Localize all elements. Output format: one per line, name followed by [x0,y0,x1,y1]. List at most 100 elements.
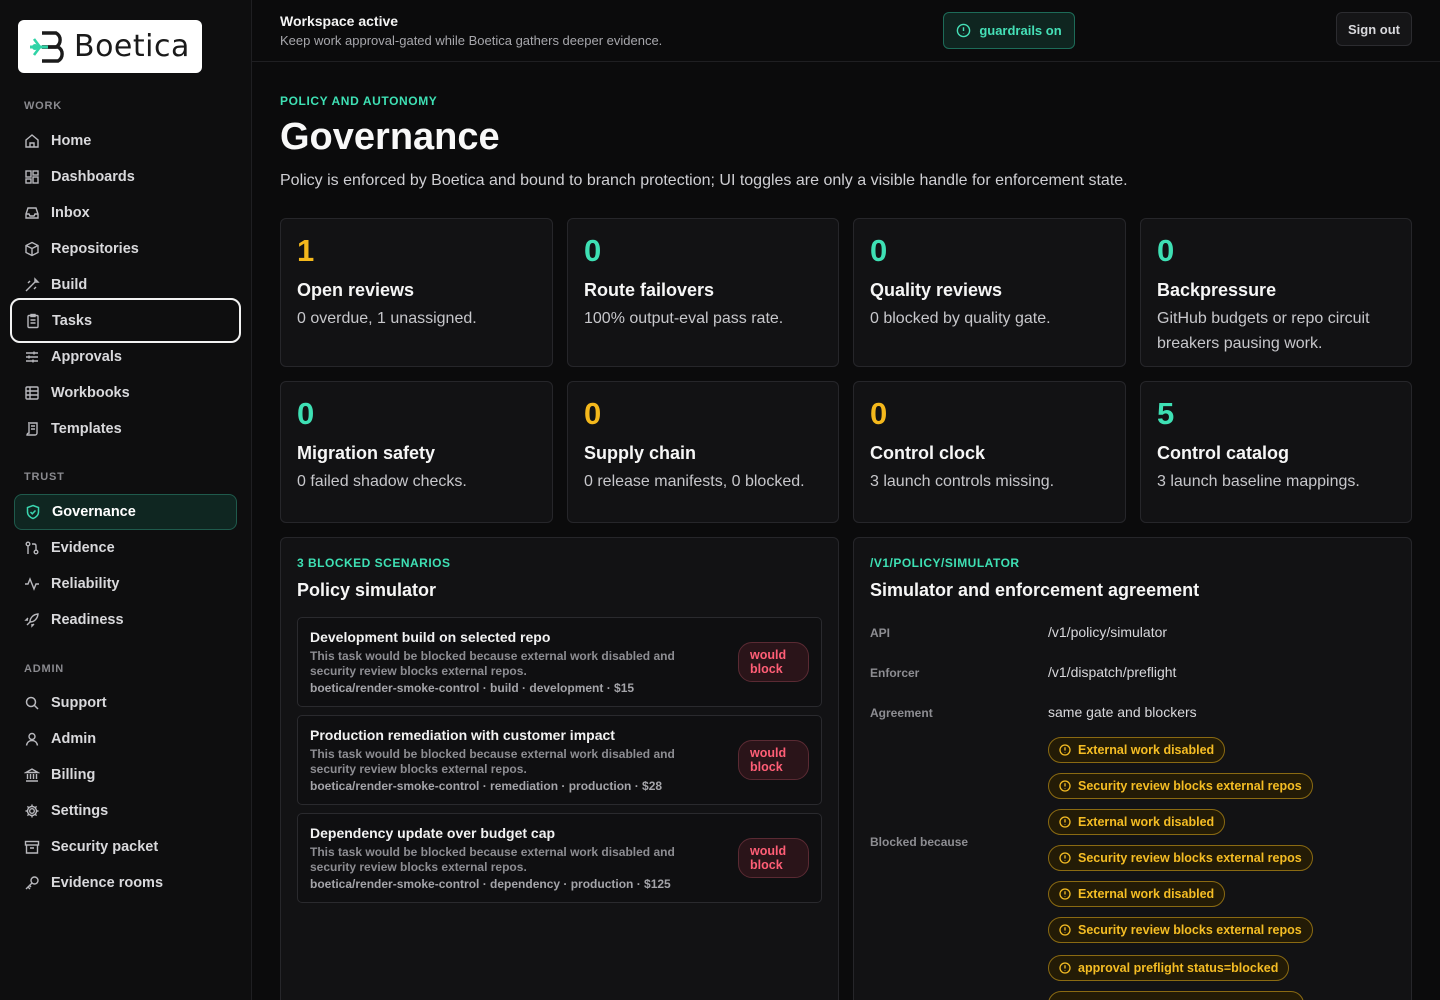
page-title: Governance [280,116,500,158]
scenario-meta: boetica/render-smoke-control · dependenc… [310,877,671,891]
stat-description: 0 release manifests, 0 blocked. [584,473,805,490]
kv-value-api: /v1/policy/simulator [1048,624,1168,640]
stat-title: Quality reviews [870,280,1003,300]
would-block-badge: would block [738,740,809,780]
scenario-description: This task would be blocked because exter… [310,747,675,776]
stat-value: 0 [870,396,888,431]
sidebar-item-workbooks[interactable]: Workbooks [14,375,237,411]
scenario-meta: boetica/render-smoke-control · build · d… [310,681,635,695]
sidebar-item-dashboards[interactable]: Dashboards [14,159,237,195]
page-description: Policy is enforced by Boetica and bound … [280,172,1128,189]
panel-title: Policy simulator [297,580,437,600]
sidebar-item-settings[interactable]: Settings [14,793,237,829]
rocket-icon [24,612,40,628]
sidebar-item-inbox[interactable]: Inbox [14,195,237,231]
scenario-description: This task would be blocked because exter… [310,845,675,874]
sidebar-item-label: Evidence rooms [51,875,164,891]
bank-icon [24,767,40,783]
scenario-title: Dependency update over budget cap [310,825,556,841]
sidebar-item-evidence[interactable]: Evidence [14,530,237,566]
warning-circle-icon [1059,816,1071,828]
section-label-work: WORK [24,100,63,112]
stat-value: 0 [584,396,602,431]
stat-card-route-failovers[interactable]: 0 Route failovers 100% output-eval pass … [567,218,839,367]
stat-card-supply-chain[interactable]: 0 Supply chain 0 release manifests, 0 bl… [567,381,839,523]
brand-logo[interactable]: Boetica [18,20,202,73]
section-label-admin: ADMIN [24,663,65,675]
warning-circle-icon [1059,924,1071,936]
warning-circle-icon [1059,744,1071,756]
sidebar-item-billing[interactable]: Billing [14,757,237,793]
stat-title: Migration safety [297,443,436,463]
stat-title: Control clock [870,443,986,463]
dashboard-icon [24,169,40,185]
shield-check-icon [25,504,41,520]
sidebar-item-evidence-rooms[interactable]: Evidence rooms [14,865,237,901]
clipboard-icon [25,313,41,329]
home-icon [24,133,40,149]
sidebar-item-security-packet[interactable]: Security packet [14,829,237,865]
would-block-badge: would block [738,642,809,682]
scenario-description: This task would be blocked because exter… [310,649,675,678]
scenario-card[interactable]: Dependency update over budget cap This t… [297,813,822,903]
sidebar-item-readiness[interactable]: Readiness [14,602,237,638]
stat-card-open-reviews[interactable]: 1 Open reviews 0 overdue, 1 unassigned. [280,218,553,367]
archive-icon [24,839,40,855]
blocker-pill: External work disabled [1048,809,1226,835]
stat-description: 3 launch baseline mappings. [1157,473,1360,490]
sidebar-item-label: Governance [52,504,136,520]
key-icon [24,875,40,891]
gear-icon [24,803,40,819]
stat-description: 0 blocked by quality gate. [870,310,1051,327]
warning-circle-icon [1059,852,1071,864]
sidebar-item-home[interactable]: Home [14,123,237,159]
scenario-card[interactable]: Development build on selected repo This … [297,617,822,707]
scroll-icon [24,421,40,437]
activity-icon [24,576,40,592]
stat-description: 0 failed shadow checks. [297,473,467,490]
stat-description: 100% output-eval pass rate. [584,310,784,327]
workspace-status-subtitle: Keep work approval-gated while Boetica g… [280,33,663,48]
sidebar-item-tasks[interactable]: Tasks [10,298,241,343]
git-compare-icon [24,540,40,556]
blocker-pill: Security review blocks external repos [1048,917,1313,943]
scenario-card[interactable]: Production remediation with customer imp… [297,715,822,805]
kv-key-enforcer: Enforcer [870,666,920,680]
stat-card-quality-reviews[interactable]: 0 Quality reviews 0 blocked by quality g… [853,218,1126,367]
sidebar-item-reliability[interactable]: Reliability [14,566,237,602]
stat-card-backpressure[interactable]: 0 Backpressure GitHub budgets or repo ci… [1140,218,1412,367]
sidebar-item-label: Templates [51,421,122,437]
sign-out-button[interactable]: Sign out [1336,12,1412,46]
stat-card-control-clock[interactable]: 0 Control clock 3 launch controls missin… [853,381,1126,523]
sidebar-item-templates[interactable]: Templates [14,411,237,447]
build-icon [24,277,40,293]
sidebar-item-label: Readiness [51,612,124,628]
sidebar-item-label: Build [51,277,88,293]
panel-eyebrow: /V1/POLICY/SIMULATOR [870,556,1020,570]
stat-value: 0 [297,396,315,431]
kv-value-enforcer: /v1/dispatch/preflight [1048,664,1177,680]
enforcement-agreement-panel: /V1/POLICY/SIMULATOR Simulator and enfor… [853,537,1412,1000]
stat-title: Route failovers [584,280,715,300]
stat-value: 5 [1157,396,1175,431]
stat-card-migration-safety[interactable]: 0 Migration safety 0 failed shadow check… [280,381,553,523]
sidebar-item-label: Reliability [51,576,120,592]
sidebar-item-approvals[interactable]: Approvals [14,339,237,375]
guardrails-button[interactable]: guardrails on [943,12,1075,49]
sidebar-item-label: Admin [51,731,97,747]
sidebar-item-repositories[interactable]: Repositories [14,231,237,267]
stat-title: Control catalog [1157,443,1290,463]
stat-card-control-catalog[interactable]: 5 Control catalog 3 launch baseline mapp… [1140,381,1412,523]
sidebar-item-admin[interactable]: Admin [14,721,237,757]
kv-key-api: API [870,626,891,640]
sidebar-item-label: Support [51,695,107,711]
blocker-pill: External work disabled [1048,881,1226,907]
blocker-pill: Security review blocks external repos [1048,773,1313,799]
sidebar-item-label: Dashboards [51,169,135,185]
blocker-label: Security review blocks external repos [1078,851,1302,865]
brand-name: Boetica [74,29,190,64]
blocker-label: Security review blocks external repos [1078,923,1302,937]
sidebar-item-governance[interactable]: Governance [14,494,237,530]
warning-circle-icon [1059,888,1071,900]
sidebar-item-support[interactable]: Support [14,685,237,721]
